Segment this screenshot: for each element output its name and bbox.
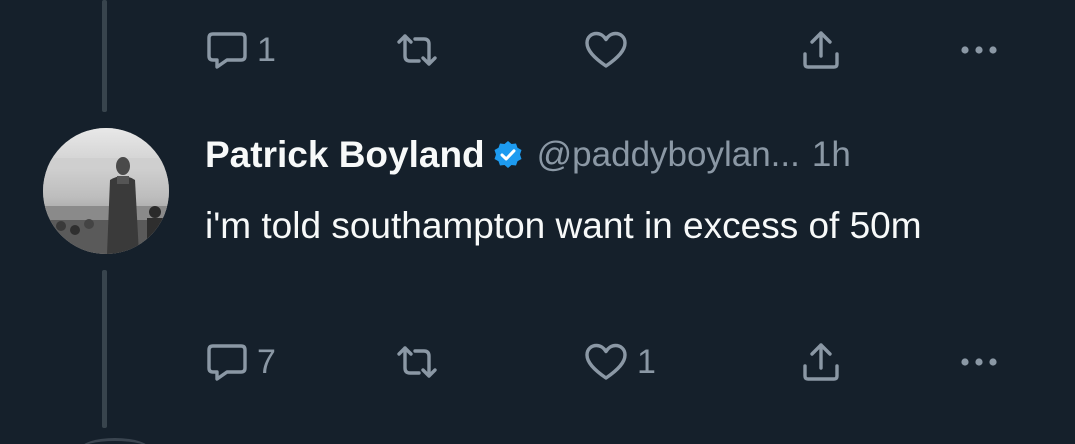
reply-icon <box>207 32 247 69</box>
avatar[interactable] <box>43 128 169 254</box>
previous-tweet-action-bar: 1 <box>205 28 1035 72</box>
author-display-name[interactable]: Patrick Boyland <box>205 134 485 176</box>
reply-count: 1 <box>257 31 276 69</box>
reply-icon <box>207 344 247 381</box>
more-icon <box>961 358 997 366</box>
retweet-icon <box>397 346 437 378</box>
reply-count: 7 <box>257 343 276 381</box>
like-count: 1 <box>637 343 656 381</box>
reply-button[interactable]: 7 <box>205 340 276 384</box>
tweet-text: i'm told southampton want in excess of 5… <box>205 205 922 246</box>
retweet-button[interactable] <box>395 28 447 72</box>
more-icon <box>961 46 997 54</box>
retweet-button[interactable] <box>395 340 447 384</box>
verified-badge-icon <box>493 140 523 170</box>
thread-connector-line <box>102 0 107 112</box>
like-button[interactable]: 1 <box>583 340 656 384</box>
share-icon <box>803 31 839 69</box>
avatar-photo <box>43 128 169 254</box>
like-button[interactable] <box>583 28 637 72</box>
tweet-action-bar: 7 1 <box>205 340 1035 384</box>
heart-icon <box>585 31 627 68</box>
next-avatar[interactable] <box>80 438 150 444</box>
timeline: 1 Patrick Boyland @paddyboylan... 1h i'm… <box>0 0 1075 444</box>
share-button[interactable] <box>799 28 843 72</box>
tweet-header: Patrick Boyland @paddyboylan... 1h <box>205 130 851 180</box>
share-button[interactable] <box>799 340 843 384</box>
author-handle[interactable]: @paddyboylan... <box>537 135 800 175</box>
tweet-timestamp[interactable]: 1h <box>812 135 851 175</box>
more-options-button[interactable] <box>957 340 1001 384</box>
reply-button[interactable]: 1 <box>205 28 276 72</box>
retweet-icon <box>397 34 437 66</box>
heart-icon <box>585 343 627 380</box>
thread-connector-line <box>102 270 107 428</box>
more-options-button[interactable] <box>957 28 1001 72</box>
share-icon <box>803 343 839 381</box>
